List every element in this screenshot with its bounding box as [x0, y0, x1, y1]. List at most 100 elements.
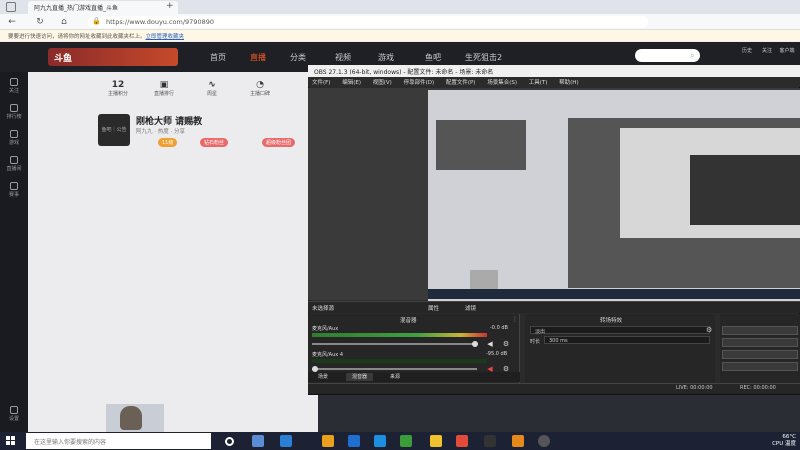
heart-icon — [10, 78, 18, 86]
nav-game[interactable]: 游戏 — [378, 52, 394, 63]
obs-dock-titles — [308, 301, 800, 313]
netease-icon[interactable] — [456, 435, 468, 447]
cortana-icon[interactable] — [225, 437, 234, 446]
volume-meter — [312, 359, 487, 363]
file-explorer-icon[interactable] — [322, 435, 334, 447]
gear-icon[interactable]: ⚙ — [502, 340, 510, 348]
menu-edit[interactable]: 编辑(E) — [342, 80, 361, 86]
mail-icon[interactable] — [348, 435, 360, 447]
rank-icon — [10, 104, 18, 112]
store-icon[interactable] — [374, 435, 386, 447]
room-title: 刚枪大师 请赐教 — [136, 117, 203, 127]
studio-mode-button[interactable] — [722, 362, 798, 371]
sidebar-item-game[interactable]: 游戏 — [2, 130, 26, 146]
menu-scene-collection[interactable]: 场景集合(S) — [487, 80, 517, 86]
mixer-title: 混音器 — [400, 318, 417, 324]
client-icon[interactable]: 客户端 — [778, 47, 796, 54]
volume-meter — [312, 333, 487, 337]
settings-icon — [10, 406, 18, 414]
preview-capture-layer-4 — [690, 155, 800, 225]
start-streaming-button[interactable] — [722, 326, 798, 335]
douyu-logo[interactable]: 斗鱼 — [48, 48, 178, 66]
wechat-icon[interactable] — [400, 435, 412, 447]
weather-temp: 66°C — [782, 434, 796, 440]
browser-tab[interactable]: 阿九九直播_热门游戏直播_斗鱼 — [28, 1, 178, 14]
rec-time: REC: 00:00:00 — [740, 385, 776, 391]
nav-video[interactable]: 视频 — [335, 52, 351, 63]
superfan-badge[interactable]: 超级粉丝团 — [262, 138, 296, 147]
speaker-icon[interactable]: ◀ — [486, 340, 494, 348]
game-icon — [10, 130, 18, 138]
controls-dock — [720, 314, 800, 384]
tab-title: 阿九九直播_热门游戏直播_斗鱼 — [34, 5, 119, 12]
tab-sources[interactable]: 来源 — [384, 373, 406, 381]
menu-profile[interactable]: 配置文件(P) — [446, 80, 476, 86]
sidebar-item-room[interactable]: 直播间 — [2, 156, 26, 172]
system-tray[interactable]: 66°C CPU 温度 — [740, 434, 800, 448]
channel-name: 麦克风/Aux — [312, 326, 339, 332]
tab-scenes[interactable]: 场景 — [312, 373, 334, 381]
stat-reputation[interactable]: ◔ 主播口碑 — [242, 80, 278, 97]
start-recording-button[interactable] — [722, 338, 798, 347]
preview-capture-panel — [436, 120, 526, 170]
taskbar-search-input[interactable]: 在这里输入你要搜索的内容 — [26, 433, 211, 449]
game-app-icon[interactable] — [430, 435, 442, 447]
sidebar-item-follow[interactable]: 关注 — [2, 78, 26, 94]
stat-star[interactable]: ∿ 周星 — [194, 80, 230, 97]
virtual-camera-button[interactable] — [722, 350, 798, 359]
obs-title-bar: OBS 27.1.3 (64-bit, windows) - 配置文件: 未命名… — [308, 65, 800, 77]
streamer-avatar[interactable]: 鱼吧｜公告 — [98, 114, 130, 146]
nav-home[interactable]: 首页 — [210, 52, 226, 63]
nav-live[interactable]: 直播 — [250, 52, 266, 63]
nav-game-promo[interactable]: 生死狙击2 — [465, 52, 502, 63]
obs-app-icon[interactable] — [538, 435, 550, 447]
new-tab-icon[interactable]: + — [166, 1, 174, 11]
nav-category[interactable]: 分类 — [290, 52, 306, 63]
menu-docks[interactable]: 停靠部件(D) — [404, 80, 435, 86]
nav-fishbar[interactable]: 鱼吧 — [425, 52, 441, 63]
obs-menu-bar: 文件(F) 编辑(E) 视图(V) 停靠部件(D) 配置文件(P) 场景集合(S… — [308, 77, 800, 87]
filters-button[interactable]: 滤镜 — [465, 304, 476, 312]
follow-icon[interactable]: 关注 — [758, 47, 776, 54]
channel-name: 麦克风/Aux 4 — [312, 352, 344, 358]
preview-capture-thumb — [470, 270, 498, 290]
url-input[interactable]: https://www.douyu.com/9790890 — [88, 16, 648, 28]
edge-icon[interactable] — [280, 435, 292, 447]
fan-badge[interactable]: 钻石粉丝 — [200, 138, 229, 147]
trophy-icon — [10, 182, 18, 190]
history-icon[interactable]: 历史 — [738, 47, 756, 54]
menu-file[interactable]: 文件(F) — [312, 80, 330, 86]
channel-db: -0.0 dB — [490, 325, 508, 331]
room-subinfo: 阿九九 · 热度 · 分享 — [136, 129, 185, 135]
refresh-icon[interactable]: ↻ — [34, 16, 46, 28]
home-icon[interactable]: ⌂ — [58, 16, 70, 28]
level-badge: 11级 — [158, 138, 178, 147]
sidebar-item-rank[interactable]: 排行榜 — [2, 104, 26, 120]
search-icon[interactable]: ⌕ — [690, 51, 694, 61]
live-time: LIVE: 00:00:00 — [676, 385, 713, 391]
properties-button[interactable]: 属性 — [428, 304, 439, 312]
transitions-title: 转场特效 — [600, 318, 623, 324]
menu-view[interactable]: 视图(V) — [373, 80, 392, 86]
tab-actions-icon[interactable] — [6, 2, 16, 12]
back-icon[interactable]: ← — [6, 16, 18, 28]
duration-input[interactable]: 300 ms — [544, 336, 710, 344]
tab-mixer[interactable]: 混音器 — [346, 373, 374, 381]
sidebar-item-settings[interactable]: 设置 — [2, 406, 26, 422]
volume-slider-handle[interactable] — [472, 341, 478, 347]
transition-select[interactable]: 淡出 — [530, 326, 710, 335]
menu-help[interactable]: 帮助(H) — [559, 80, 578, 86]
mixer-menu-icon[interactable]: ⋮ — [512, 316, 518, 323]
stat-score[interactable]: 12 主播积分 — [100, 80, 136, 97]
volume-slider[interactable] — [312, 368, 477, 370]
volume-slider[interactable] — [312, 343, 477, 345]
windows-start-icon[interactable] — [6, 436, 16, 446]
task-view-icon[interactable] — [252, 435, 264, 447]
steam-icon[interactable] — [484, 435, 496, 447]
stat-rank[interactable]: ▣ 直播排行 — [146, 80, 182, 97]
sidebar-item-events[interactable]: 赛事 — [2, 182, 26, 198]
transition-gear-icon[interactable]: ⚙ — [706, 326, 712, 334]
douyu-app-icon[interactable] — [512, 435, 524, 447]
menu-tools[interactable]: 工具(T) — [529, 80, 548, 86]
manage-favorites-link[interactable]: 立即管理收藏夹 — [146, 34, 185, 40]
